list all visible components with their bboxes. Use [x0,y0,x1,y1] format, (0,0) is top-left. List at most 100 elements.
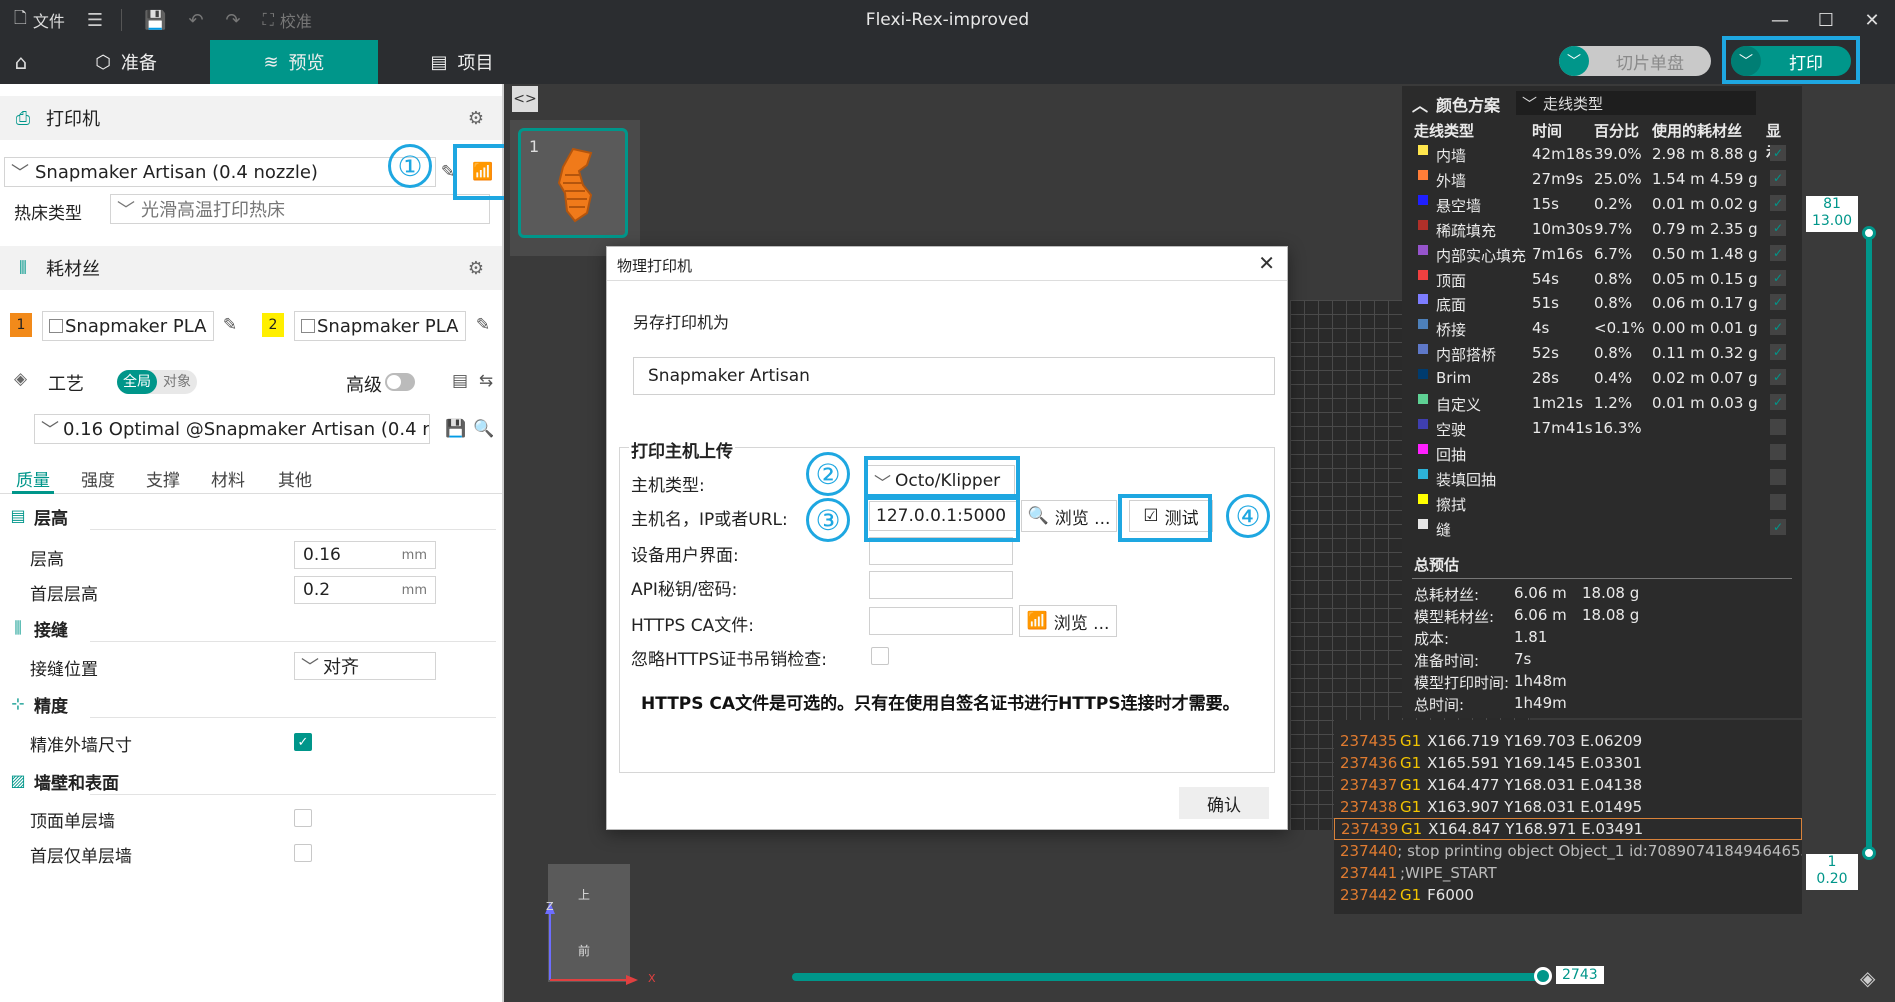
close-icon[interactable]: ✕ [1849,0,1895,40]
legend-time: 17m41s [1532,418,1593,437]
move-slider-track[interactable] [792,973,1544,981]
legend-visibility-checkbox[interactable]: ✓ [1770,319,1786,336]
group-seam: ⫼ 接缝 [0,613,502,643]
gcode-line[interactable]: 237435 G1 X166.719 Y169.703 E.06209 [1334,730,1802,752]
https-ca-input[interactable] [869,607,1013,635]
close-icon[interactable]: ✕ [1258,251,1275,275]
browse-host-button[interactable]: 🔍 浏览 ... [1021,500,1117,532]
menu-icon[interactable]: ☰ [87,10,103,31]
chevron-down-icon[interactable]: ﹀ [1559,46,1589,76]
bed-type-select[interactable]: ﹀ 光滑高温打印热床 [110,194,490,224]
group-layer-height-title: 层高 [34,508,68,529]
ignore-revocation-checkbox[interactable] [871,647,889,665]
file-menu[interactable]: 🗋 文件 [14,7,65,34]
gcode-line[interactable]: 237437 G1 X164.477 Y168.031 E.04138 [1334,774,1802,796]
legend-visibility-checkbox[interactable]: ✓ [1770,169,1786,186]
legend-visibility-checkbox[interactable]: ✓ [1770,145,1786,161]
filament-1-select[interactable]: Snapmaker PLA [42,311,214,341]
tab-preview[interactable]: ≋ 预览 [210,40,378,84]
legend-visibility-checkbox[interactable] [1770,418,1786,435]
legend-row: 外墙 27m9s 25.0% 1.54 m 4.59 g ✓ [1414,167,1794,191]
legend-visibility-checkbox[interactable]: ✓ [1770,269,1786,286]
gcode-line[interactable]: 237441 ;WIPE_START [1334,862,1802,884]
browse-ca-button[interactable]: 📶 浏览 ... [1019,605,1117,637]
estimate-row: 模型耗材丝: 6.06 m 18.08 g [1414,606,1794,628]
global-object-switch[interactable]: 全局 对象 [117,370,197,394]
collapse-arrows-icon[interactable]: <> [512,86,538,112]
first-layer-height-input[interactable]: 0.2 mm [294,576,436,604]
edit-filament-icon[interactable]: ✎ [471,313,495,337]
compare-icon[interactable]: ⇆ [474,369,498,393]
edit-filament-icon[interactable]: ✎ [218,313,242,337]
search-icon[interactable]: 🔍 [472,417,496,441]
object-option[interactable]: 对象 [157,370,197,394]
undo-icon[interactable]: ↶ [188,10,203,31]
tab-other[interactable]: 其他 [278,466,312,491]
settings-sliders-icon[interactable]: ⚙ [468,258,484,279]
top-single-wall-checkbox[interactable] [294,809,312,827]
layer-slider-bottom-knob[interactable] [1862,846,1876,860]
confirm-button[interactable]: 确认 [1179,787,1269,819]
filament-slot-1-badge[interactable]: 1 [10,313,32,337]
gcode-line[interactable]: 237438 G1 X163.907 Y168.031 E.01495 [1334,796,1802,818]
global-option[interactable]: 全局 [117,370,157,394]
legend-visibility-checkbox[interactable]: ✓ [1770,518,1786,535]
legend-weight: 0.17 g [1710,294,1758,313]
tab-project[interactable]: ▤ 项目 [378,40,546,84]
redo-icon[interactable]: ↷ [226,10,241,31]
col-time: 时间 [1532,122,1563,140]
legend-visibility-checkbox[interactable]: ✓ [1770,394,1786,410]
home-icon[interactable]: ⌂ [0,40,42,84]
legend-row: 内部搭桥 52s 0.8% 0.11 m 0.32 g ✓ [1414,341,1794,365]
tab-support[interactable]: 支撑 [146,466,180,491]
legend-visibility-checkbox[interactable]: ✓ [1770,244,1786,261]
minimize-icon[interactable]: — [1757,0,1803,40]
legend-visibility-checkbox[interactable] [1770,493,1786,510]
legend-visibility-checkbox[interactable]: ✓ [1770,369,1786,386]
layer-height-input[interactable]: 0.16 mm [294,541,436,569]
filament-slot-2-badge[interactable]: 2 [262,313,284,337]
legend-time: 15s [1532,194,1559,213]
legend-visibility-checkbox[interactable]: ✓ [1770,294,1786,311]
legend-visibility-checkbox[interactable]: ✓ [1770,219,1786,236]
layers-icon[interactable]: ◈ [1860,966,1875,990]
tab-strength[interactable]: 强度 [81,466,115,491]
first-single-wall-checkbox[interactable] [294,844,312,862]
tab-material[interactable]: 材料 [211,466,245,491]
seam-position-select[interactable]: ﹀ 对齐 [294,652,436,680]
legend-line-type: Brim [1436,369,1472,388]
save-preset-icon[interactable]: 💾 [444,417,468,441]
maximize-icon[interactable]: ☐ [1803,0,1849,40]
legend-visibility-checkbox[interactable] [1770,468,1786,485]
list-icon[interactable]: ▤ [448,369,472,393]
save-icon[interactable]: 💾 [144,10,166,31]
precise-wall-checkbox[interactable]: ✓ [294,733,312,751]
plate-thumbnail[interactable]: 1 [518,128,628,238]
legend-visibility-checkbox[interactable]: ✓ [1770,344,1786,361]
api-key-input[interactable] [869,571,1013,599]
layer-slider-top-knob[interactable] [1862,226,1876,240]
color-scheme-select[interactable]: ﹀ 走线类型 [1516,91,1756,115]
tab-quality[interactable]: 质量 [16,466,50,491]
settings-sliders-icon[interactable]: ⚙ [468,108,484,129]
layer-slider-track[interactable] [1866,232,1872,852]
gcode-line[interactable]: 237442 G1 F6000 [1334,884,1802,906]
legend-visibility-checkbox[interactable]: ✓ [1770,194,1786,211]
gcode-line[interactable]: 237440; stop printing object Object_1 id… [1334,840,1802,862]
printer-name-input[interactable]: Snapmaker Artisan [633,357,1275,395]
legend-row: 底面 51s 0.8% 0.06 m 0.17 g ✓ [1414,291,1794,315]
title-separator [121,9,123,31]
tab-prepare[interactable]: ⬡ 准备 [42,40,210,84]
printer-select[interactable]: ﹀ Snapmaker Artisan (0.4 nozzle) [4,157,436,187]
estimate-key: 模型耗材丝: [1414,608,1495,626]
advanced-toggle[interactable] [385,373,415,391]
move-slider-knob[interactable] [1534,967,1552,985]
gcode-line[interactable]: 237436 G1 X165.591 Y169.145 E.03301 [1334,752,1802,774]
slice-plate-button[interactable]: ﹀ 切片单盘 [1559,46,1711,76]
chevron-up-icon[interactable]: ︿ [1412,92,1428,116]
legend-visibility-checkbox[interactable] [1770,443,1786,460]
calibrate-menu[interactable]: ⛶ 校准 [263,8,312,32]
filament-2-select[interactable]: Snapmaker PLA [294,311,466,341]
process-preset-select[interactable]: ﹀0.16 Optimal @Snapmaker Artisan (0.4 no… [34,414,430,444]
gcode-line[interactable]: 237439 G1 X164.847 Y168.971 E.03491 [1334,818,1802,840]
